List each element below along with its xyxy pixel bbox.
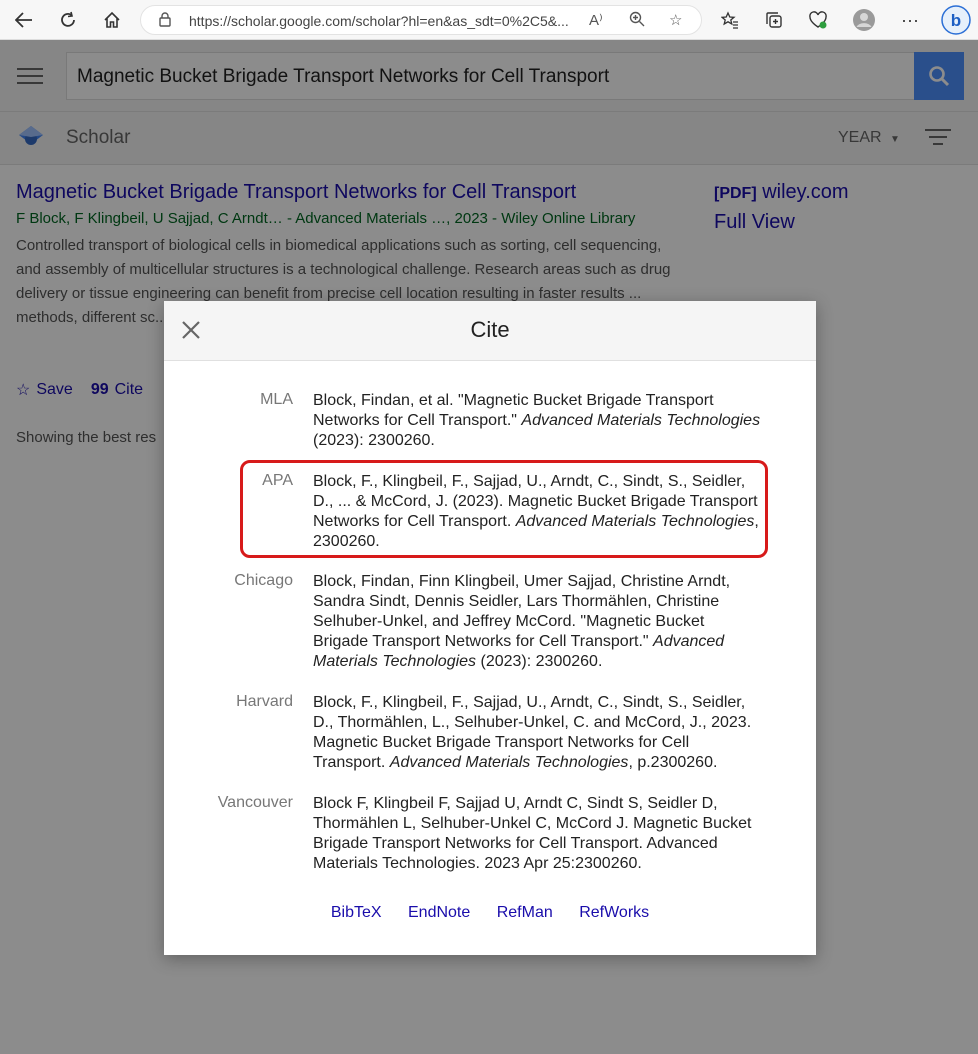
- citation-text[interactable]: Block, Findan, Finn Klingbeil, Umer Sajj…: [313, 572, 763, 672]
- citation-style-label: Vancouver: [217, 794, 293, 811]
- extensions-icon[interactable]: [804, 6, 832, 34]
- citation-style-label: MLA: [260, 391, 293, 408]
- svg-text:b: b: [951, 11, 961, 30]
- favorites-icon[interactable]: [716, 6, 744, 34]
- citation-style-label: Harvard: [236, 693, 293, 710]
- cite-dialog: Cite MLA Block, Findan, et al. "Magnetic…: [164, 301, 816, 955]
- citation-style-label: Chicago: [234, 572, 293, 589]
- profile-avatar-icon[interactable]: [850, 6, 878, 34]
- citation-text[interactable]: Block, Findan, et al. "Magnetic Bucket B…: [313, 391, 763, 451]
- zoom-icon[interactable]: [629, 11, 645, 31]
- export-refman-link[interactable]: RefMan: [497, 904, 553, 921]
- url-text: https://scholar.google.com/scholar?hl=en…: [189, 13, 569, 29]
- citation-text[interactable]: Block, F., Klingbeil, F., Sajjad, U., Ar…: [313, 693, 763, 773]
- address-bar[interactable]: https://scholar.google.com/scholar?hl=en…: [140, 5, 702, 35]
- browser-toolbar: https://scholar.google.com/scholar?hl=en…: [0, 0, 978, 40]
- export-bibtex-link[interactable]: BibTeX: [331, 904, 382, 921]
- lock-icon: [159, 12, 171, 30]
- bing-chat-icon[interactable]: b: [940, 4, 972, 36]
- export-links: BibTeX EndNote RefMan RefWorks: [164, 904, 816, 922]
- apa-highlight-annotation: [240, 460, 768, 558]
- back-arrow-icon[interactable]: [10, 6, 38, 34]
- citation-text[interactable]: Block F, Klingbeil F, Sajjad U, Arndt C,…: [313, 794, 763, 874]
- refresh-icon[interactable]: [54, 6, 82, 34]
- dialog-header: Cite: [164, 301, 816, 361]
- favorite-star-icon[interactable]: ☆: [669, 11, 682, 29]
- home-icon[interactable]: [98, 6, 126, 34]
- collections-icon[interactable]: [760, 6, 788, 34]
- export-endnote-link[interactable]: EndNote: [408, 904, 470, 921]
- dialog-title: Cite: [470, 317, 510, 342]
- more-menu-icon[interactable]: ···: [896, 6, 924, 34]
- export-refworks-link[interactable]: RefWorks: [579, 904, 649, 921]
- read-aloud-icon[interactable]: A⁾: [589, 11, 603, 29]
